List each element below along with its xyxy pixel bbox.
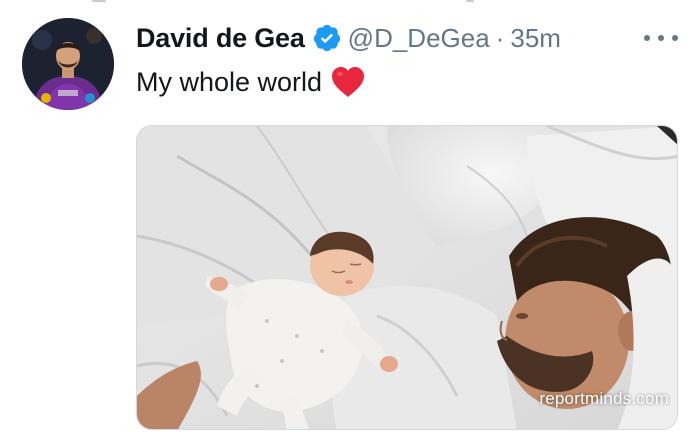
tweet-photo[interactable]: reportminds.com: [136, 125, 678, 430]
timestamp[interactable]: 35m: [510, 23, 561, 54]
previous-tweet-edge: [0, 0, 690, 6]
avatar[interactable]: [22, 18, 114, 110]
avatar-image: [22, 18, 114, 110]
separator-dot: ·: [495, 22, 505, 53]
tweet-text: My whole world: [136, 66, 366, 98]
tweet-header: David de Gea @D_DeGea · 35m: [136, 18, 561, 58]
tweet-body: My whole world: [136, 66, 323, 97]
photo-baby-and-father-on-bed: [137, 126, 677, 429]
more-options-icon[interactable]: [644, 26, 678, 50]
verified-badge-icon: [313, 24, 340, 52]
photo-watermark: reportminds.com: [539, 389, 669, 408]
red-heart-emoji-icon: [332, 67, 365, 97]
user-handle[interactable]: @D_DeGea: [348, 23, 490, 54]
display-name[interactable]: David de Gea: [136, 23, 305, 54]
